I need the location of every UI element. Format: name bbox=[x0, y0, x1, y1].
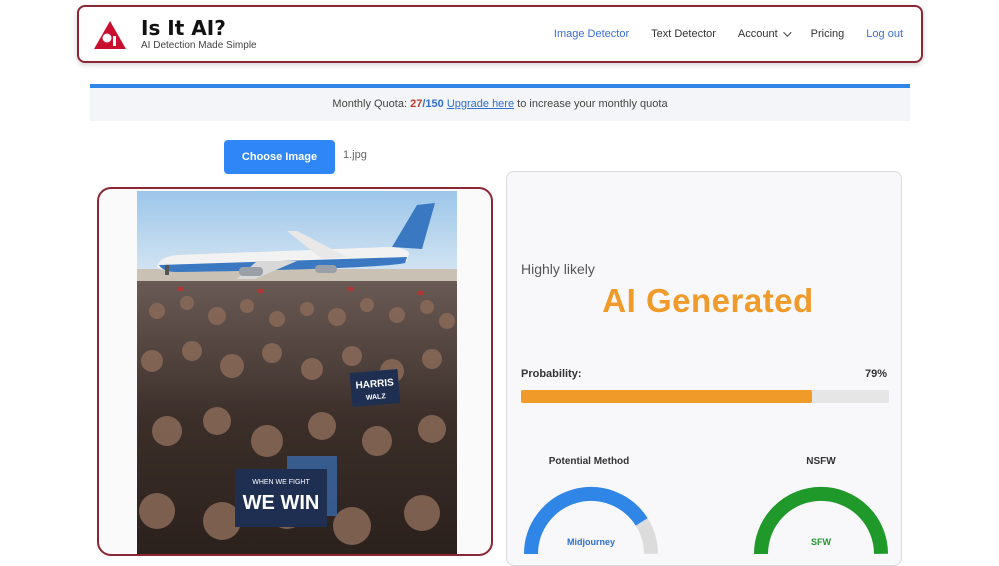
probability-label: Probability: bbox=[521, 368, 582, 380]
nav-logout[interactable]: Log out bbox=[866, 28, 903, 40]
quota-prefix: Monthly Quota: bbox=[332, 98, 411, 110]
nav-image-detector[interactable]: Image Detector bbox=[554, 28, 629, 40]
we-win-sign: WHEN WE FIGHT WE WIN bbox=[235, 469, 327, 527]
quota-used: 27 bbox=[410, 98, 423, 110]
nav-pricing[interactable]: Pricing bbox=[811, 28, 845, 40]
gauge-title-method: Potential Method bbox=[548, 456, 630, 467]
nsfw-gauge bbox=[753, 486, 888, 555]
likelihood-label: Highly likely bbox=[521, 261, 595, 277]
top-navbar: Is It AI? AI Detection Made Simple Image… bbox=[77, 5, 923, 63]
quota-total: 150 bbox=[425, 98, 444, 110]
nav-text-detector[interactable]: Text Detector bbox=[651, 28, 716, 40]
brand-title[interactable]: Is It AI? bbox=[141, 16, 226, 40]
quota-suffix: to increase your monthly quota bbox=[514, 98, 668, 110]
probability-value: 79% bbox=[864, 368, 887, 380]
gauge-label-method: Midjourney bbox=[566, 537, 615, 547]
gauge-label-nsfw: SFW bbox=[811, 537, 831, 547]
image-preview-card: HARRIS WALZ WHEN WE FIGHT WE WIN bbox=[97, 187, 493, 556]
choose-image-button[interactable]: Choose Image bbox=[224, 140, 335, 174]
nav-account-label: Account bbox=[737, 28, 778, 40]
verdict-text: AI Generated bbox=[602, 282, 814, 319]
nav-links: Image Detector Text Detector Account Pri… bbox=[532, 28, 903, 40]
sign-we-win-text: WE WIN bbox=[243, 492, 320, 514]
gauge-title-nsfw: NSFW bbox=[806, 456, 836, 467]
result-card: Highly likely AI Generated Probability: … bbox=[506, 171, 902, 566]
uploaded-photo: HARRIS WALZ WHEN WE FIGHT WE WIN bbox=[137, 191, 457, 554]
method-gauge bbox=[523, 486, 658, 555]
upgrade-link[interactable]: Upgrade here bbox=[447, 98, 514, 110]
harris-walz-sign: HARRIS WALZ bbox=[349, 368, 401, 408]
sign-when-we-fight-text: WHEN WE FIGHT bbox=[252, 479, 310, 486]
chevron-down-icon bbox=[782, 28, 792, 37]
logo-icon[interactable] bbox=[93, 20, 127, 50]
probability-bar bbox=[521, 390, 889, 403]
selected-file-name: 1.jpg bbox=[343, 149, 367, 161]
brand-subtitle: AI Detection Made Simple bbox=[141, 40, 257, 51]
probability-bar-fill bbox=[521, 390, 812, 403]
nav-account[interactable]: Account bbox=[737, 28, 792, 40]
quota-banner: Monthly Quota: 27/150 Upgrade here to in… bbox=[90, 84, 910, 121]
